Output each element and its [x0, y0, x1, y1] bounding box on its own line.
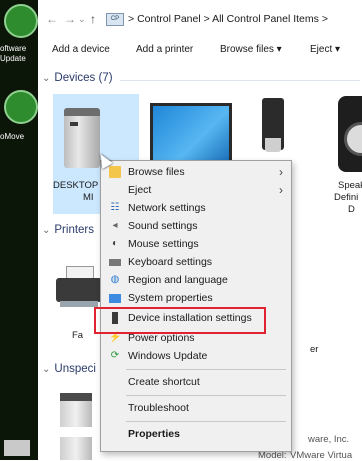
breadcrumb-control-panel[interactable]: Control Panel: [137, 13, 201, 25]
menu-item-label: Windows Update: [128, 350, 208, 362]
usb-drive-cap: [265, 138, 281, 152]
unspecified-device-icon-2[interactable]: [60, 437, 92, 460]
printer2-tile-label: er: [310, 344, 319, 355]
menu-item-system-properties[interactable]: System properties: [101, 289, 291, 308]
menu-item-label: Network settings: [128, 202, 206, 214]
browse-files-button[interactable]: Browse files ▾: [220, 44, 282, 55]
context-menu: Browse files › Eject › ☷ Network setting…: [100, 160, 292, 452]
keyboard-icon: [109, 259, 121, 266]
globe-icon: ◍: [110, 274, 120, 285]
desktop-item-label-move: oMove: [0, 132, 25, 141]
group-divider: [120, 80, 360, 81]
device-vendor: ware, Inc.: [308, 434, 350, 445]
unspecified-group-title: Unspeci: [54, 363, 96, 375]
menu-item-mouse-settings[interactable]: ◐ Mouse settings: [101, 235, 291, 254]
device-model-value: VMware Virtua: [290, 450, 353, 461]
menu-item-create-shortcut[interactable]: Create shortcut: [101, 373, 291, 392]
menu-item-properties[interactable]: Properties: [101, 425, 291, 444]
menu-item-troubleshoot[interactable]: Troubleshoot: [101, 399, 291, 418]
move-app-icon[interactable]: [4, 90, 38, 124]
menu-item-keyboard-settings[interactable]: Keyboard settings: [101, 253, 291, 272]
pc-tile-label: DESKTOP: [53, 180, 99, 191]
devices-group-header[interactable]: ⌄ Devices (7): [42, 72, 113, 84]
menu-item-label: Region and language: [128, 274, 228, 286]
collapse-chevron-icon[interactable]: ⌄: [42, 364, 50, 375]
speaker-tile-label-3: D: [348, 204, 355, 215]
menu-item-sound-settings[interactable]: ◂ Sound settings: [101, 217, 291, 236]
submenu-arrow-icon: ›: [279, 183, 283, 197]
mouse-icon: ◐: [111, 238, 119, 249]
pc-tile-label-2: MI: [83, 192, 94, 203]
unspecified-group-header[interactable]: ⌄ Unspeci: [42, 363, 96, 375]
menu-item-browse-files[interactable]: Browse files ›: [101, 163, 291, 182]
breadcrumb-sep: >: [128, 13, 135, 25]
back-arrow-icon[interactable]: ←: [46, 12, 58, 26]
control-panel-icon-text: CP: [110, 16, 120, 22]
menu-item-eject[interactable]: Eject ›: [101, 181, 291, 200]
submenu-arrow-icon: ›: [279, 165, 283, 179]
highlight-annotation-box: [94, 307, 266, 334]
menu-separator: [126, 369, 286, 370]
printers-group-header[interactable]: ⌄ Printers: [42, 224, 94, 236]
printer-tray: [60, 301, 98, 307]
menu-item-label: Eject: [128, 184, 152, 196]
update-icon: ⟳: [110, 350, 120, 361]
breadcrumb-all-items[interactable]: All Control Panel Items: [212, 13, 319, 25]
menu-item-label: Mouse settings: [128, 238, 199, 250]
speaker-tile-label-2: Defini: [334, 192, 359, 203]
recent-locations-chevron-icon[interactable]: ⌄: [78, 14, 86, 25]
system-icon: [109, 294, 121, 303]
collapse-chevron-icon[interactable]: ⌄: [42, 73, 50, 84]
menu-item-label: Sound settings: [128, 220, 198, 232]
desktop-item-label-software: oftware: [0, 44, 27, 53]
printer-tile-label: Fa: [72, 330, 84, 341]
desktop-item-label-update: Update: [0, 54, 26, 63]
breadcrumb-sep: >: [321, 13, 328, 25]
menu-item-region-language[interactable]: ◍ Region and language: [101, 271, 291, 290]
breadcrumb[interactable]: > Control Panel > All Control Panel Item…: [128, 13, 328, 25]
printers-group-title: Printers: [54, 224, 95, 236]
menu-item-label: Properties: [128, 428, 180, 440]
menu-item-label: Troubleshoot: [128, 402, 189, 414]
menu-item-windows-update[interactable]: ⟳ Windows Update: [101, 347, 291, 366]
desktop-background: oftware Update oMove: [0, 0, 38, 460]
menu-item-label: Create shortcut: [128, 376, 200, 388]
breadcrumb-sep: >: [203, 13, 210, 25]
command-bar: Add a device Add a printer Browse files …: [38, 38, 362, 62]
eject-button[interactable]: Eject ▾: [310, 44, 340, 55]
software-update-icon[interactable]: [4, 4, 38, 38]
menu-item-label: System properties: [128, 292, 213, 304]
network-icon: ☷: [110, 202, 120, 213]
computer-tower-top: [64, 108, 100, 116]
menu-item-label: Keyboard settings: [128, 256, 213, 268]
devices-group-title: Devices (7): [54, 72, 113, 84]
up-arrow-icon[interactable]: ↑: [90, 12, 96, 26]
menu-separator: [126, 421, 286, 422]
menu-item-label: Browse files: [128, 166, 185, 178]
computer-tower-icon: [64, 108, 100, 168]
menu-separator: [126, 395, 286, 396]
folder-icon: [109, 166, 121, 178]
forward-arrow-icon[interactable]: →: [64, 12, 76, 26]
collapse-chevron-icon[interactable]: ⌄: [42, 225, 50, 236]
fax-printer-icon[interactable]: [56, 278, 102, 302]
add-device-button[interactable]: Add a device: [52, 44, 110, 55]
address-bar: ← → ⌄ ↑ CP > Control Panel > All Control…: [38, 0, 362, 38]
control-panel-icon: CP: [106, 13, 124, 26]
menu-item-network-settings[interactable]: ☷ Network settings: [101, 199, 291, 218]
speaker-icon: ◂: [112, 220, 118, 231]
computer-drive-slot: [70, 122, 78, 126]
monitor-icon[interactable]: [150, 103, 232, 165]
add-printer-button[interactable]: Add a printer: [136, 44, 193, 55]
desktop-file-icon[interactable]: [4, 440, 30, 456]
unspecified-device-top: [60, 393, 92, 401]
speaker-tile-label: Speak: [338, 180, 362, 191]
